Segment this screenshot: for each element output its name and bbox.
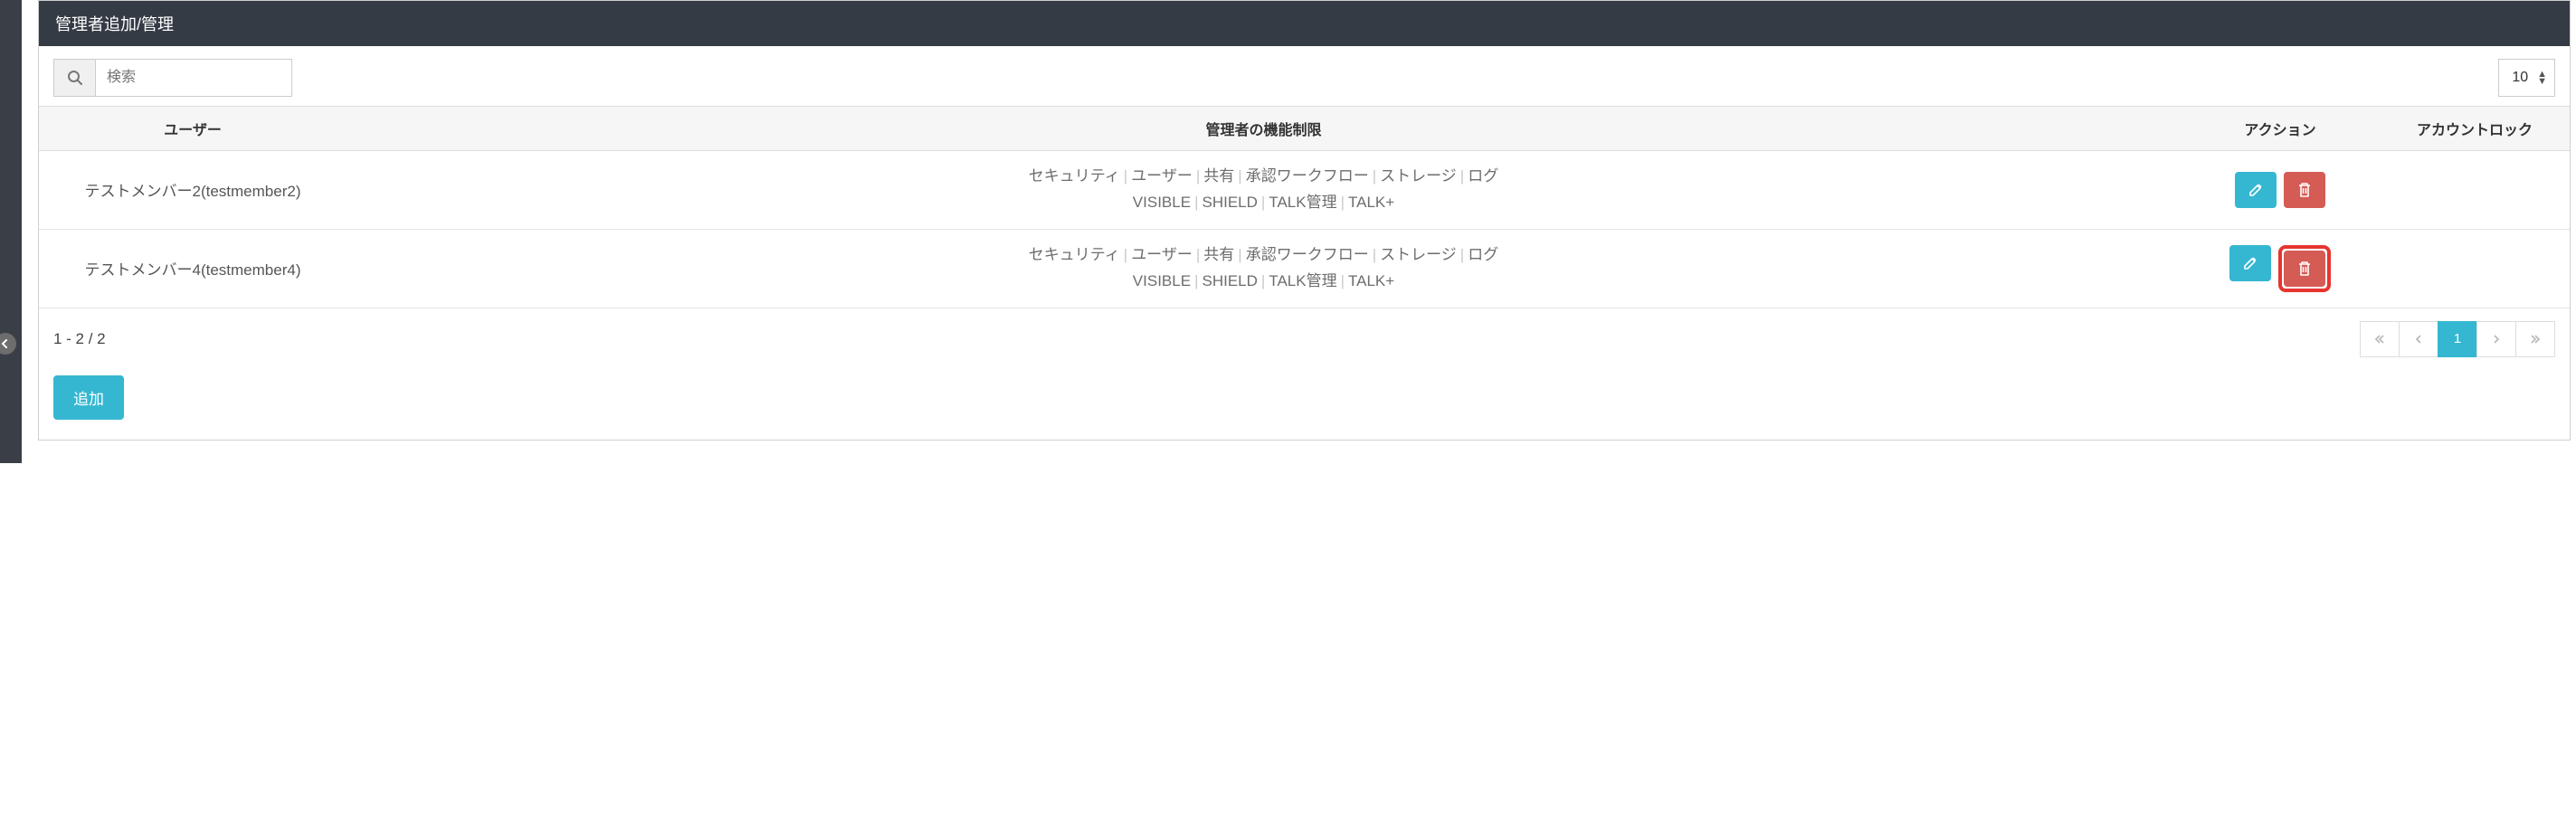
- separator: |: [1258, 194, 1269, 211]
- table-row: テストメンバー2(testmember2)セキュリティ|ユーザー|共有|承認ワー…: [39, 151, 2570, 230]
- perm-token: セキュリティ: [1029, 246, 1120, 263]
- perm-token: SHIELD: [1202, 272, 1257, 289]
- col-header-permissions: 管理者の機能制限: [347, 107, 2181, 151]
- separator: |: [1234, 246, 1245, 263]
- cell-lock: [2380, 151, 2570, 230]
- separator: |: [1337, 194, 1348, 211]
- left-rail: [0, 0, 22, 463]
- perm-token: ログ: [1468, 246, 1498, 263]
- perm-token: SHIELD: [1202, 194, 1257, 211]
- separator: |: [1457, 167, 1468, 185]
- perm-token: VISIBLE: [1133, 194, 1191, 211]
- permissions-list: セキュリティ|ユーザー|共有|承認ワークフロー|ストレージ|ログVISIBLE|…: [356, 164, 2172, 216]
- perm-token: TALK+: [1348, 194, 1394, 211]
- separator: |: [1120, 246, 1131, 263]
- perm-token: ログ: [1468, 167, 1498, 185]
- trash-icon: [2297, 182, 2312, 198]
- perm-token: ユーザー: [1131, 167, 1193, 185]
- perm-token: VISIBLE: [1133, 272, 1191, 289]
- separator: |: [1191, 272, 1202, 289]
- range-text: 1 - 2 / 2: [53, 330, 106, 348]
- perm-token: ストレージ: [1380, 246, 1457, 263]
- edit-icon: [2242, 255, 2258, 271]
- search-icon: [67, 70, 83, 86]
- panel-title: 管理者追加/管理: [39, 1, 2570, 46]
- page-1-button[interactable]: 1: [2438, 321, 2477, 357]
- separator: |: [1193, 167, 1203, 185]
- highlight-ring: [2278, 245, 2331, 292]
- separator: |: [1193, 246, 1203, 263]
- cell-permissions: セキュリティ|ユーザー|共有|承認ワークフロー|ストレージ|ログVISIBLE|…: [347, 151, 2181, 230]
- separator: |: [1191, 194, 1202, 211]
- separator: |: [1120, 167, 1131, 185]
- chevron-right-icon: [2491, 334, 2502, 345]
- perm-token: TALK+: [1348, 272, 1394, 289]
- pagination: 1: [2361, 321, 2555, 357]
- edit-button[interactable]: [2229, 245, 2271, 281]
- page-last-button[interactable]: [2515, 321, 2555, 357]
- page-prev-button[interactable]: [2399, 321, 2438, 357]
- permissions-list: セキュリティ|ユーザー|共有|承認ワークフロー|ストレージ|ログVISIBLE|…: [356, 242, 2172, 295]
- admin-panel: 管理者追加/管理 10 ▲▼ ユーザー: [38, 0, 2571, 441]
- separator: |: [1258, 272, 1269, 289]
- cell-lock: [2380, 229, 2570, 308]
- edit-button[interactable]: [2235, 172, 2277, 208]
- chevrons-left-icon: [2373, 333, 2386, 346]
- search-button[interactable]: [53, 59, 95, 97]
- rail-collapse-knob[interactable]: [0, 333, 16, 355]
- delete-button[interactable]: [2284, 251, 2325, 287]
- table-row: テストメンバー4(testmember4)セキュリティ|ユーザー|共有|承認ワー…: [39, 229, 2570, 308]
- page-size-select[interactable]: 10 ▲▼: [2498, 59, 2555, 97]
- perm-token: TALK管理: [1269, 272, 1336, 289]
- cell-user: テストメンバー2(testmember2): [39, 151, 347, 230]
- edit-icon: [2248, 182, 2264, 198]
- perm-token: TALK管理: [1269, 194, 1336, 211]
- page-size-value: 10: [2512, 70, 2528, 86]
- cell-action: [2181, 229, 2380, 308]
- chevron-left-icon: [2413, 334, 2424, 345]
- col-header-lock: アカウントロック: [2380, 107, 2570, 151]
- admin-table: ユーザー 管理者の機能制限 アクション アカウントロック テストメンバー2(te…: [39, 106, 2570, 308]
- sort-arrows-icon: ▲▼: [2537, 71, 2547, 85]
- delete-button[interactable]: [2284, 172, 2325, 208]
- cell-user: テストメンバー4(testmember4): [39, 229, 347, 308]
- separator: |: [1369, 167, 1380, 185]
- separator: |: [1234, 167, 1245, 185]
- perm-token: ストレージ: [1380, 167, 1457, 185]
- page-first-button[interactable]: [2360, 321, 2400, 357]
- search-input[interactable]: [95, 59, 292, 97]
- page-next-button[interactable]: [2476, 321, 2516, 357]
- chevrons-right-icon: [2529, 333, 2542, 346]
- cell-permissions: セキュリティ|ユーザー|共有|承認ワークフロー|ストレージ|ログVISIBLE|…: [347, 229, 2181, 308]
- cell-action: [2181, 151, 2380, 230]
- perm-token: ユーザー: [1131, 246, 1193, 263]
- separator: |: [1337, 272, 1348, 289]
- col-header-user: ユーザー: [39, 107, 347, 151]
- separator: |: [1457, 246, 1468, 263]
- perm-token: 承認ワークフロー: [1246, 246, 1369, 263]
- trash-icon: [2297, 261, 2312, 277]
- perm-token: 承認ワークフロー: [1246, 167, 1369, 185]
- perm-token: 共有: [1203, 167, 1234, 185]
- perm-token: セキュリティ: [1029, 167, 1120, 185]
- search-group: [53, 59, 292, 97]
- separator: |: [1369, 246, 1380, 263]
- add-button[interactable]: 追加: [53, 375, 124, 420]
- col-header-action: アクション: [2181, 107, 2380, 151]
- perm-token: 共有: [1203, 246, 1234, 263]
